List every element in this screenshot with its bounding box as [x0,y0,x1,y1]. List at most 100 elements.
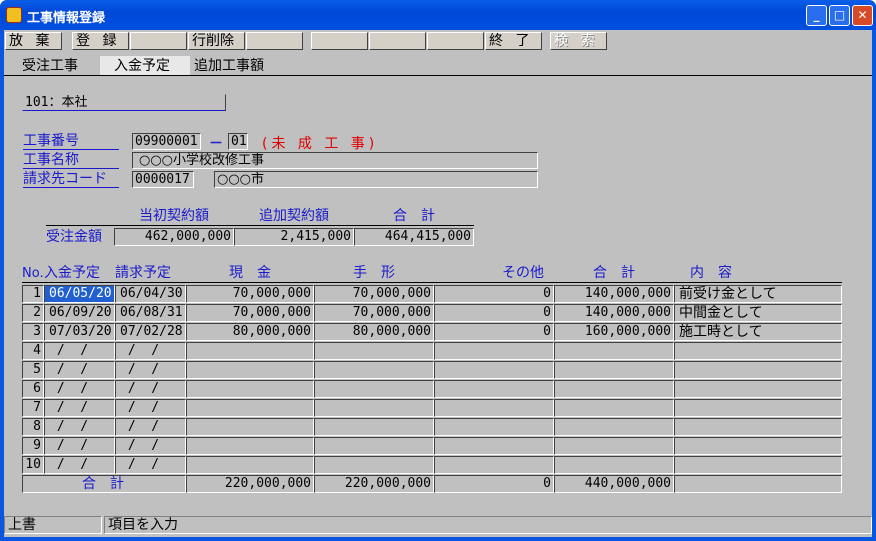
bill-cell[interactable] [314,437,434,455]
cash-cell[interactable]: 70,000,000 [186,285,314,303]
cash-cell[interactable]: 70,000,000 [186,304,314,322]
total-bill: 220,000,000 [314,475,434,493]
billing-date-cell[interactable]: 07/02/28 [115,323,186,341]
content-cell[interactable] [674,437,842,455]
billing-date-cell[interactable]: / / [115,380,186,398]
payment-date-cell[interactable]: / / [44,380,115,398]
branch-field[interactable]: 101：本社 [22,94,226,111]
content-cell[interactable]: 施工時として [674,323,842,341]
cash-cell[interactable] [186,437,314,455]
payment-date-cell[interactable]: / / [44,342,115,360]
billing-date-cell[interactable]: / / [115,456,186,474]
maximize-button[interactable]: □ [829,5,850,26]
summary-row-label: 受注金額 [46,229,102,245]
job-name-field[interactable]: ○○○小学校改修工事 [132,152,538,169]
search-button[interactable]: 検 索 [550,32,607,50]
fkey-blank-5[interactable] [427,32,484,50]
content-cell[interactable] [674,418,842,436]
row-total-cell[interactable] [554,456,674,474]
payment-date-cell[interactable]: 07/03/20 [44,323,115,341]
register-button[interactable]: 登 録 [72,32,129,50]
content-cell[interactable] [674,456,842,474]
tab-order-work[interactable]: 受注工事 [8,56,100,76]
payment-date-cell[interactable]: / / [44,361,115,379]
row-total-cell[interactable] [554,361,674,379]
cash-cell[interactable] [186,418,314,436]
payment-date-cell[interactable]: / / [44,437,115,455]
bill-cell[interactable] [314,380,434,398]
other-cell[interactable] [434,380,554,398]
cash-cell[interactable] [186,456,314,474]
status-mode: 上書 [4,516,102,534]
fkey-blank-4[interactable] [369,32,426,50]
content-cell[interactable]: 前受け金として [674,285,842,303]
fkey-blank-2[interactable] [246,32,303,50]
job-sub-field[interactable]: 01 [228,133,248,150]
bill-cell[interactable]: 70,000,000 [314,304,434,322]
tab-additional-amount[interactable]: 追加工事額 [190,56,282,76]
bill-cell[interactable] [314,456,434,474]
other-cell[interactable] [434,361,554,379]
tab-payment-schedule[interactable]: 入金予定 [100,56,190,76]
bill-cell[interactable] [314,418,434,436]
job-no-field[interactable]: 09900001 [132,133,201,150]
cash-cell[interactable] [186,399,314,417]
other-cell[interactable]: 0 [434,304,554,322]
payment-date-cell[interactable]: / / [44,399,115,417]
billing-date-cell[interactable]: 06/04/30 [115,285,186,303]
row-total-cell[interactable]: 140,000,000 [554,285,674,303]
bill-cell[interactable] [314,361,434,379]
col-header-total: 合 計 [554,265,674,283]
summary-additional-value: 2,415,000 [234,228,354,246]
other-cell[interactable]: 0 [434,285,554,303]
billing-date-cell[interactable]: / / [115,361,186,379]
delete-row-button[interactable]: 行削除 [188,32,245,50]
billing-date-cell[interactable]: / / [115,418,186,436]
bill-cell[interactable] [314,399,434,417]
cash-cell[interactable] [186,342,314,360]
billing-date-cell[interactable]: / / [115,342,186,360]
other-cell[interactable] [434,418,554,436]
other-cell[interactable]: 0 [434,323,554,341]
bill-cell[interactable]: 70,000,000 [314,285,434,303]
payment-date-cell[interactable]: / / [44,418,115,436]
title-bar[interactable]: 工事情報登録 _ □ ✕ [0,0,876,30]
bill-code-field[interactable]: 0000017 [132,171,194,188]
content-cell[interactable] [674,380,842,398]
content-cell[interactable] [674,399,842,417]
row-total-cell[interactable]: 160,000,000 [554,323,674,341]
payment-date-cell[interactable]: / / [44,456,115,474]
billing-date-cell[interactable]: 06/08/31 [115,304,186,322]
row-total-cell[interactable] [554,399,674,417]
content-cell[interactable] [674,361,842,379]
fkey-blank-1[interactable] [130,32,187,50]
row-total-cell[interactable] [554,342,674,360]
content-cell[interactable]: 中間金として [674,304,842,322]
row-total-cell[interactable] [554,418,674,436]
billing-date-cell[interactable]: / / [115,437,186,455]
row-total-cell[interactable]: 140,000,000 [554,304,674,322]
cash-cell[interactable]: 80,000,000 [186,323,314,341]
bill-cell[interactable]: 80,000,000 [314,323,434,341]
bill-cell[interactable] [314,342,434,360]
minimize-button[interactable]: _ [806,5,827,26]
content-cell[interactable] [674,342,842,360]
abandon-button[interactable]: 放 棄 [5,32,62,50]
payment-date-cell[interactable]: 06/09/20 [44,304,115,322]
cash-cell[interactable] [186,380,314,398]
total-content-blank [674,475,842,493]
cash-cell[interactable] [186,361,314,379]
row-total-cell[interactable] [554,437,674,455]
other-cell[interactable] [434,456,554,474]
billing-date-cell[interactable]: / / [115,399,186,417]
exit-button[interactable]: 終 了 [485,32,542,50]
payment-date-cell[interactable]: 06/05/20 [44,285,115,303]
other-cell[interactable] [434,399,554,417]
fkey-blank-3[interactable] [311,32,368,50]
summary-total-value: 464,415,000 [354,228,474,246]
row-total-cell[interactable] [554,380,674,398]
close-button[interactable]: ✕ [852,5,873,26]
other-cell[interactable] [434,342,554,360]
other-cell[interactable] [434,437,554,455]
summary-header-blank [46,208,114,226]
